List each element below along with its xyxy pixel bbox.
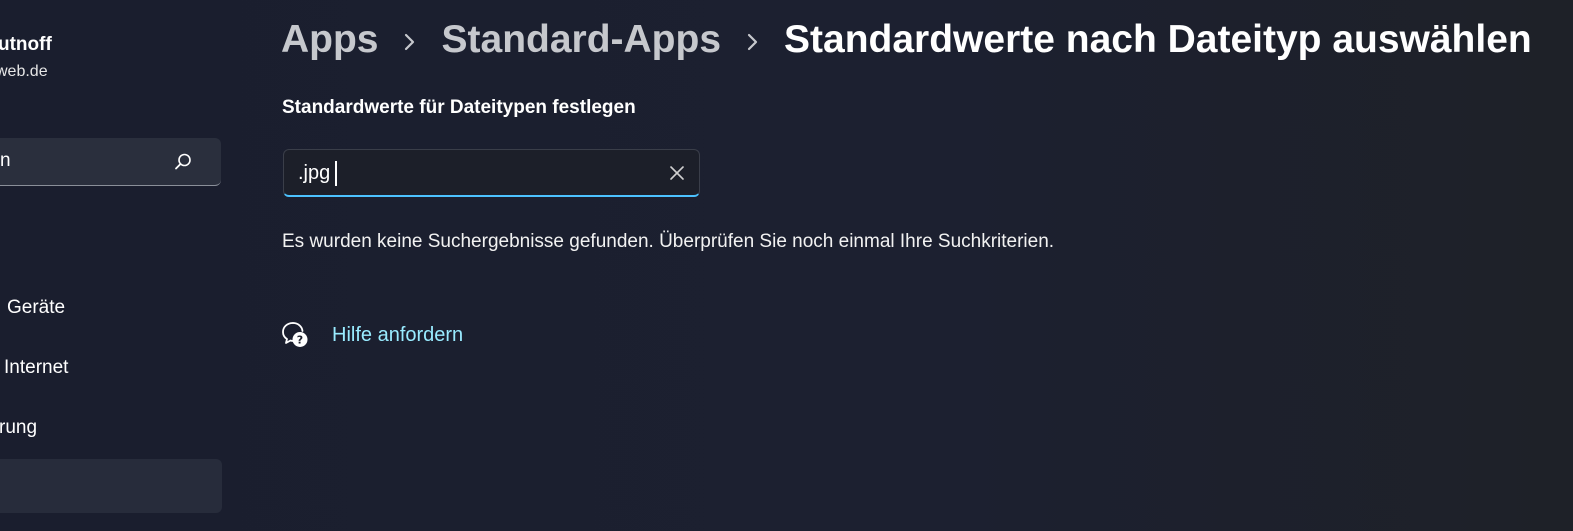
breadcrumb-apps[interactable]: Apps	[281, 18, 379, 62]
section-title: Standardwerte für Dateitypen festlegen	[282, 97, 636, 118]
sidebar-search-input[interactable]: n	[0, 150, 11, 172]
sidebar-item-label: Internet	[4, 357, 69, 378]
help-link[interactable]: ? Hilfe anfordern	[280, 318, 463, 352]
sidebar-item-internet[interactable]: Internet	[4, 346, 226, 390]
sidebar-item-apps[interactable]	[0, 459, 222, 513]
close-icon[interactable]	[664, 160, 690, 186]
sidebar-item-rung[interactable]: rung	[0, 406, 221, 450]
text-caret	[335, 161, 337, 186]
page-title: Standardwerte nach Dateityp auswählen	[784, 18, 1532, 61]
sidebar: utnoff web.de n Geräte Internet rung	[0, 0, 240, 531]
sidebar-search-box[interactable]: n	[0, 138, 221, 186]
filetype-search-box[interactable]	[283, 149, 700, 197]
chevron-right-icon	[721, 18, 784, 62]
sidebar-item-geraete[interactable]: Geräte	[7, 286, 229, 330]
no-results-message: Es wurden keine Suchergebnisse gefunden.…	[282, 231, 1055, 252]
chevron-right-icon	[379, 18, 442, 62]
breadcrumb-standard-apps[interactable]: Standard-Apps	[442, 18, 722, 62]
breadcrumb: Apps Standard-Apps Standardwerte nach Da…	[281, 12, 1532, 68]
sidebar-item-label: Geräte	[7, 297, 66, 318]
help-link-label[interactable]: Hilfe anfordern	[332, 324, 463, 347]
user-name: utnoff	[0, 34, 52, 55]
filetype-search-input[interactable]	[298, 158, 658, 188]
sidebar-item-label: rung	[0, 417, 38, 438]
settings-window: utnoff web.de n Geräte Internet rung App…	[0, 0, 1573, 531]
user-email: web.de	[0, 63, 48, 80]
svg-text:?: ?	[297, 334, 303, 347]
search-icon[interactable]	[173, 152, 193, 172]
help-icon: ?	[282, 322, 308, 347]
